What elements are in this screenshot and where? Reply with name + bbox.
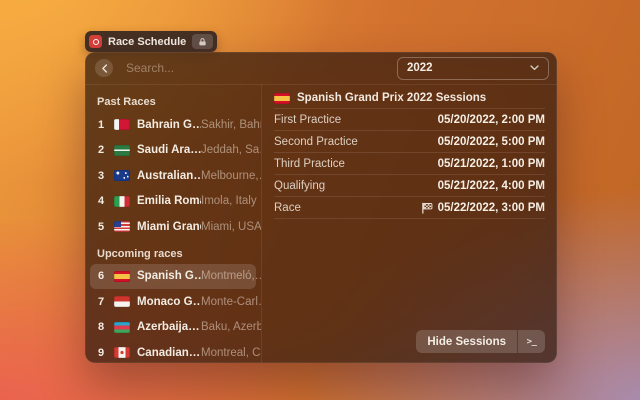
- race-number: 2: [96, 144, 106, 156]
- race-location: Sakhir, Bahr…: [201, 119, 262, 131]
- race-number: 1: [96, 119, 106, 131]
- race-row[interactable]: 2 Saudi Ara… Jeddah, Sa…: [90, 138, 256, 164]
- country-flag-icon: [274, 93, 290, 104]
- race-name: Australian…: [137, 170, 201, 182]
- session-label: Qualifying: [274, 180, 325, 192]
- terminal-icon[interactable]: >_: [518, 330, 545, 353]
- race-number: 5: [96, 221, 106, 233]
- window-title-chip[interactable]: Race Schedule: [85, 31, 217, 52]
- race-row[interactable]: 5 Miami Grand… Miami, USA: [90, 214, 256, 240]
- past-races-header: Past Races: [97, 95, 256, 109]
- window-content: Past Races 1 Bahrain G… Sakhir, Bahr… 2 …: [85, 85, 557, 363]
- race-number: 9: [96, 347, 106, 359]
- race-name: Bahrain G…: [137, 119, 201, 131]
- race-number: 7: [96, 296, 106, 308]
- sessions-panel-header: Spanish Grand Prix 2022 Sessions: [274, 88, 545, 109]
- country-flag-icon: [114, 347, 130, 358]
- race-row[interactable]: 1 Bahrain G… Sakhir, Bahr…: [90, 112, 256, 138]
- race-name: Emilia Roma…: [137, 195, 201, 207]
- session-row: Qualifying 05/21/2022, 4:00 PM: [274, 175, 545, 197]
- race-name: Monaco G…: [137, 296, 201, 308]
- race-location: Jeddah, Sa…: [201, 144, 262, 156]
- race-number: 6: [96, 270, 106, 282]
- race-row[interactable]: 6 Spanish G… Montmeló,…: [90, 264, 256, 290]
- race-number: 3: [96, 170, 106, 182]
- race-row[interactable]: 4 Emilia Roma… Imola, Italy: [90, 189, 256, 215]
- country-flag-icon: [114, 296, 130, 307]
- country-flag-icon: [114, 221, 130, 232]
- desktop-background: Race Schedule 2022: [0, 0, 640, 400]
- session-row: Race 05/22/2022, 3:00 PM: [274, 197, 545, 219]
- toolbar: 2022: [85, 52, 557, 85]
- sessions-list: First Practice 05/20/2022, 2:00 PM Secon…: [274, 109, 545, 219]
- session-datetime: 05/21/2022, 4:00 PM: [438, 180, 545, 192]
- race-name: Saudi Ara…: [137, 144, 201, 156]
- session-row: Third Practice 05/21/2022, 1:00 PM: [274, 153, 545, 175]
- race-location: Imola, Italy: [201, 195, 262, 207]
- lock-icon[interactable]: [192, 34, 213, 49]
- session-datetime: 05/22/2022, 3:00 PM: [438, 202, 545, 214]
- race-location: Montmeló,…: [201, 270, 262, 282]
- country-flag-icon: [114, 119, 130, 130]
- session-datetime: 05/21/2022, 1:00 PM: [438, 158, 545, 170]
- hide-sessions-button[interactable]: Hide Sessions: [416, 330, 517, 353]
- country-flag-icon: [114, 322, 130, 333]
- session-label: Third Practice: [274, 158, 345, 170]
- races-sidebar: Past Races 1 Bahrain G… Sakhir, Bahr… 2 …: [85, 85, 262, 363]
- race-name: Canadian…: [137, 347, 201, 359]
- app-icon: [89, 35, 102, 48]
- race-name: Azerbaija…: [137, 321, 201, 333]
- country-flag-icon: [114, 145, 130, 156]
- year-dropdown-value: 2022: [407, 62, 433, 74]
- session-datetime: 05/20/2022, 2:00 PM: [438, 114, 545, 126]
- race-row[interactable]: 7 Monaco G… Monte-Carl…: [90, 289, 256, 315]
- back-button[interactable]: [95, 59, 113, 77]
- session-label: Second Practice: [274, 136, 358, 148]
- country-flag-icon: [114, 271, 130, 282]
- session-datetime: 05/20/2022, 5:00 PM: [438, 136, 545, 148]
- race-row[interactable]: 8 Azerbaija… Baku, Azerb…: [90, 315, 256, 341]
- race-location: Melbourne,…: [201, 170, 262, 182]
- race-location: Monte-Carl…: [201, 296, 262, 308]
- window-title: Race Schedule: [108, 36, 186, 48]
- race-name: Miami Grand…: [137, 221, 201, 233]
- country-flag-icon: [114, 170, 130, 181]
- session-row: Second Practice 05/20/2022, 5:00 PM: [274, 131, 545, 153]
- upcoming-races-list: 6 Spanish G… Montmeló,… 7 Monaco G… Mont…: [90, 264, 256, 364]
- race-location: Miami, USA: [201, 221, 262, 233]
- race-name: Spanish G…: [137, 270, 201, 282]
- race-row[interactable]: 9 Canadian… Montreal, C…: [90, 340, 256, 363]
- race-location: Montreal, C…: [201, 347, 262, 359]
- country-flag-icon: [114, 196, 130, 207]
- sessions-footer-buttons: Hide Sessions >_: [416, 330, 545, 353]
- race-number: 8: [96, 321, 106, 333]
- race-location: Baku, Azerb…: [201, 321, 262, 333]
- checkered-flag-icon: [421, 202, 433, 214]
- search-input[interactable]: [126, 61, 397, 75]
- chevron-down-icon: [530, 65, 539, 71]
- upcoming-races-header: Upcoming races: [97, 247, 256, 261]
- session-label: First Practice: [274, 114, 341, 126]
- year-dropdown[interactable]: 2022: [397, 57, 549, 80]
- race-schedule-window: 2022 Past Races 1 Bahrain G… Sakhir, Bah…: [85, 52, 557, 363]
- sessions-panel: Spanish Grand Prix 2022 Sessions First P…: [262, 85, 557, 363]
- race-row[interactable]: 3 Australian… Melbourne,…: [90, 163, 256, 189]
- race-number: 4: [96, 195, 106, 207]
- sessions-title: Spanish Grand Prix 2022 Sessions: [297, 92, 486, 104]
- session-row: First Practice 05/20/2022, 2:00 PM: [274, 109, 545, 131]
- past-races-list: 1 Bahrain G… Sakhir, Bahr… 2 Saudi Ara… …: [90, 112, 256, 240]
- session-label: Race: [274, 202, 301, 214]
